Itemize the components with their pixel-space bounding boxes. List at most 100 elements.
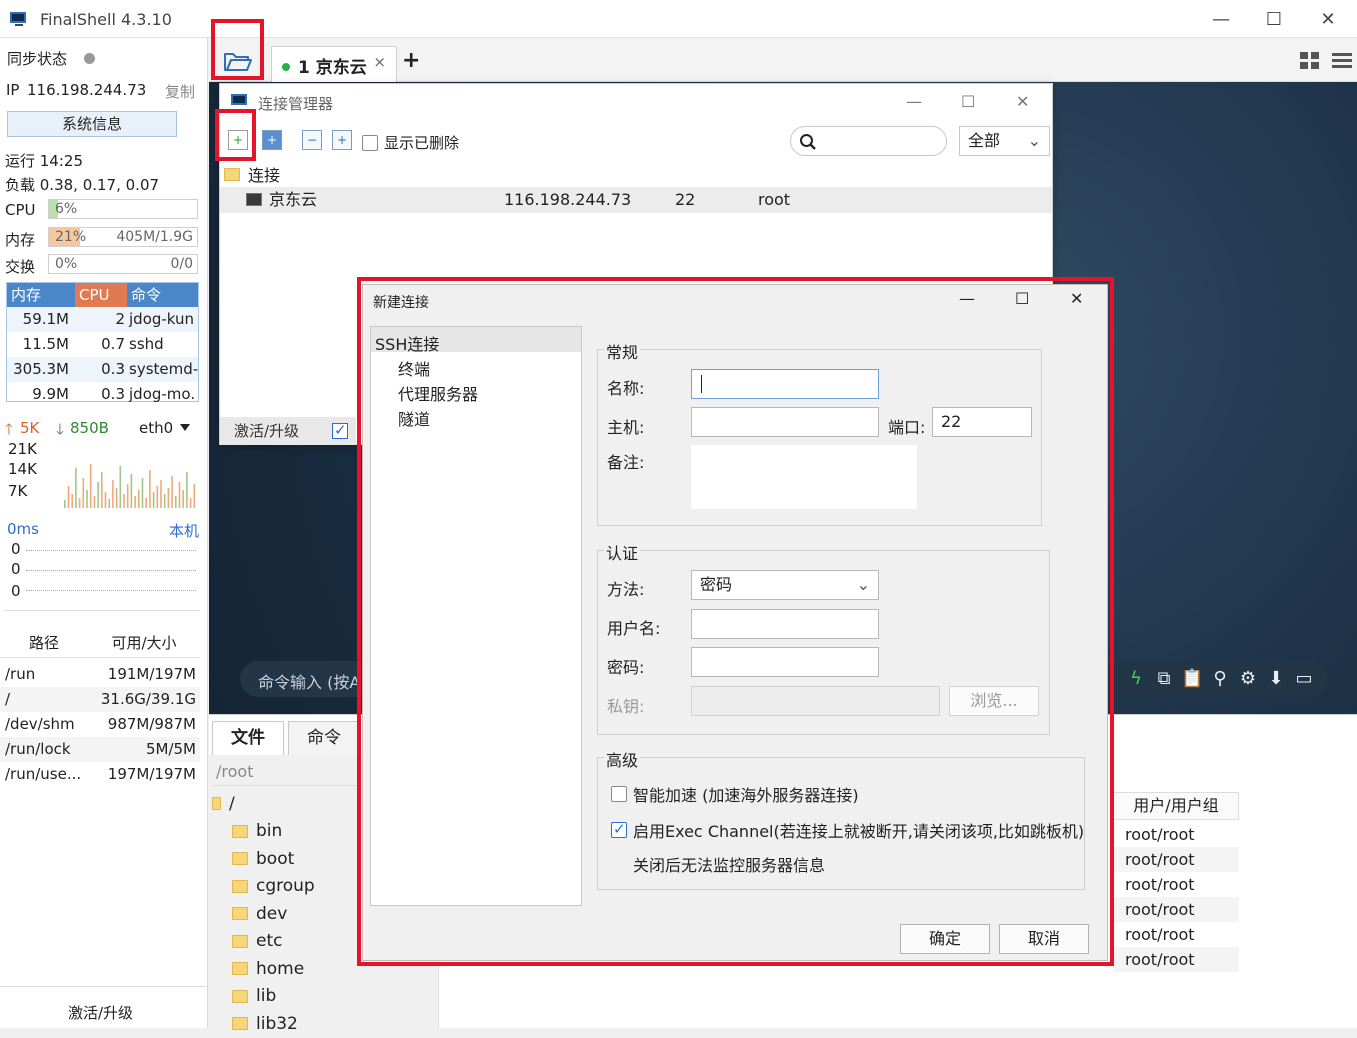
process-rows: 59.1M 2 jdog-kun 11.5M 0.7 sshd 305.3M 0… [7,307,198,407]
connection-manager-toolbar: + + − + 显示已删除 全部 ⌄ [220,122,1052,160]
close-button[interactable]: ✕ [1016,92,1029,111]
ping-grid-line [26,590,196,591]
swap-meter: 0% 0/0 [48,254,198,274]
tab-files[interactable]: 文件 [212,721,284,755]
path-input[interactable]: /root [212,758,358,786]
network-bar [97,482,99,508]
gear-icon[interactable]: ⚙ [1237,666,1259,692]
proc-col-cpu[interactable]: CPU [75,283,127,307]
proc-cmd: jdog-kun [129,310,195,328]
process-table-header: 内存 CPU 命令 [7,283,198,307]
download-icon[interactable]: ⬇ [1265,666,1287,692]
table-row[interactable]: 11.5M 0.7 sshd [7,332,198,357]
tab-session-jdcloud[interactable]: 1 京东云 × [271,46,397,82]
cpu-value: 6% [55,201,78,217]
table-row[interactable]: / 31.6G/39.1G [0,687,200,712]
disk-path: /run [5,665,36,683]
net-interface[interactable]: eth0 [139,419,173,437]
paste-icon[interactable]: 📋 [1181,666,1203,692]
tree-item[interactable]: lib [212,983,422,1011]
table-row[interactable]: /run/lock 5M/5M [0,737,200,762]
disk-col-size[interactable]: 可用/大小 [88,628,200,657]
collapse-all-icon[interactable]: − [302,130,322,150]
file-owner: root/root [1113,897,1239,922]
connection-host: 116.198.244.73 [504,190,632,209]
tree-label: 连接 [248,166,281,185]
new-folder-icon[interactable]: + [262,130,282,150]
connection-search-input[interactable] [790,126,947,156]
disk-size: 31.6G/39.1G [100,690,196,708]
add-tab-button[interactable]: + [402,48,420,73]
connection-user: root [758,190,791,209]
close-button[interactable]: ✕ [1305,6,1351,34]
connection-filter-select[interactable]: 全部 ⌄ [959,126,1050,156]
maximize-button[interactable]: ☐ [1251,6,1297,34]
checkbox-box[interactable] [362,134,378,151]
table-row[interactable]: 59.1M 2 jdog-kun [7,307,198,332]
network-bar [71,494,73,508]
ping-value: 0 [11,582,21,600]
network-bar [141,478,144,508]
tree-item-connections[interactable]: 连接 [224,162,280,186]
network-bar [89,464,92,508]
tab-close-icon[interactable]: × [373,53,386,71]
ip-label: IP [6,81,20,99]
table-row[interactable]: /run 191M/197M [0,662,200,687]
copy-icon[interactable]: ⧉ [1153,666,1175,692]
net-y-label: 21K [8,440,37,458]
table-row[interactable]: 9.9M 0.3 jdog-mo. [7,382,198,407]
load-average: 负载 0.38, 0.17, 0.07 [5,176,160,194]
lightning-icon[interactable]: ϟ [1125,666,1147,692]
table-row[interactable]: 305.3M 0.3 systemd- [7,357,198,382]
expand-all-icon[interactable]: + [332,130,352,150]
folder-icon [232,879,248,893]
file-owner: root/root [1125,825,1195,844]
proc-mem: 9.9M [32,385,69,403]
table-row[interactable]: /dev/shm 987M/987M [0,712,200,737]
maximize-button[interactable]: ☐ [961,92,975,111]
title-bar: FinalShell 4.3.10 — ☐ ✕ [0,0,1357,38]
copy-ip-link[interactable]: 复制 [165,81,195,102]
minimize-button[interactable]: — [906,92,922,111]
show-deleted-label: 显示已删除 [384,134,460,152]
folder-icon [232,1017,248,1031]
mem-detail: 405M/1.9G [116,229,193,245]
connection-row[interactable]: 京东云 116.198.244.73 22 root [220,187,1052,213]
show-deleted-checkbox[interactable]: 显示已删除 [362,132,459,153]
proc-cmd: sshd [129,335,164,353]
connected-dot-icon [282,63,290,71]
chevron-down-icon[interactable] [180,424,190,431]
swap-value: 0% [55,256,78,272]
file-owner: root/root [1125,875,1195,894]
minimize-button[interactable]: — [1198,6,1244,34]
disk-col-path[interactable]: 路径 [0,628,88,657]
ping-grid-line [26,550,196,551]
check-icon: ✓ [334,421,347,439]
ping-value: 0 [11,540,21,558]
ping-target[interactable]: 本机 [169,520,199,541]
file-col-owner[interactable]: 用户/用户组 [1113,792,1239,820]
disk-table-header: 路径 可用/大小 [0,628,200,658]
search-icon[interactable]: ⚲ [1209,666,1231,692]
activate-upgrade-link[interactable]: 激活/升级 [68,1002,133,1023]
menu-icon[interactable] [1332,52,1352,70]
tab-commands[interactable]: 命令 [288,721,360,755]
tree-item[interactable]: lib32 [212,1010,422,1038]
mem-label: 内存 [5,231,36,249]
search-icon [800,134,816,150]
network-bar [86,490,88,508]
disk-size: 987M/987M [107,715,196,733]
proc-col-cmd[interactable]: 命令 [127,283,198,307]
proc-col-mem[interactable]: 内存 [7,283,75,307]
ping-value: 0 [11,560,21,578]
network-bar [104,492,107,508]
window-icon[interactable]: ▭ [1293,666,1315,692]
network-bar [119,466,122,508]
sysinfo-button[interactable]: 系统信息 [7,111,177,137]
grid-view-icon[interactable] [1300,52,1320,70]
network-bar [75,468,77,508]
tree-label: bin [256,821,283,842]
checkbox-checked-icon[interactable]: ✓ [332,421,348,439]
proc-cpu: 2 [115,310,125,328]
table-row[interactable]: /run/use... 197M/197M [0,762,200,787]
